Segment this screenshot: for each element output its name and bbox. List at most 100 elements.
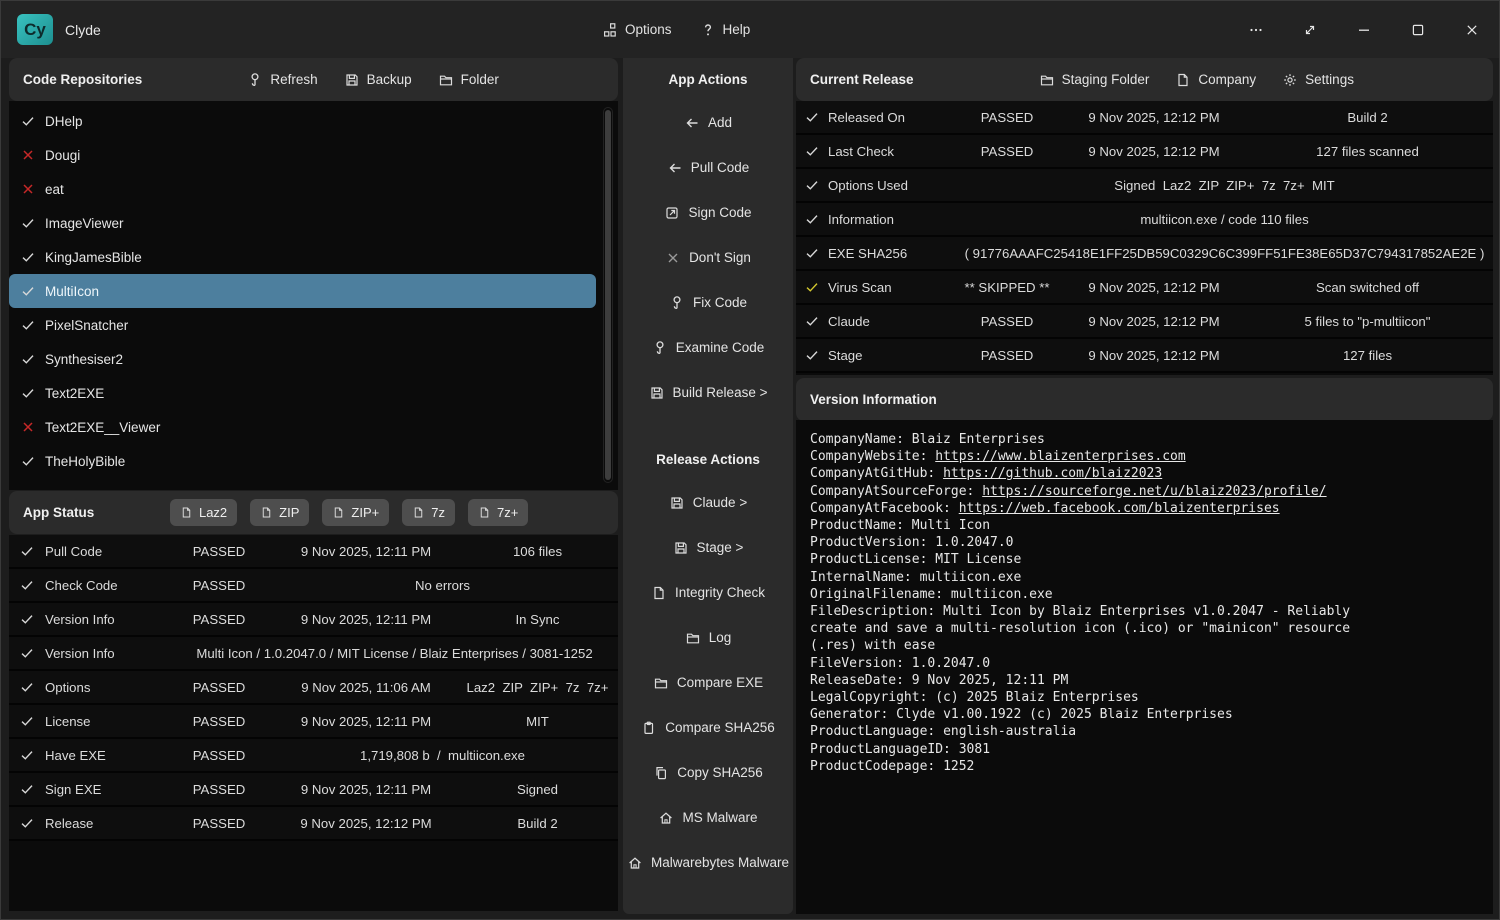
archive-button-7z+[interactable]: 7z+ [468,499,528,526]
archive-button-label: ZIP [279,505,299,520]
status-span-value: Signed Laz2 ZIP ZIP+ 7z 7z+ MIT [956,178,1493,193]
action-ms-malware[interactable]: MS Malware [623,795,793,840]
menu-options[interactable]: Options [602,22,672,38]
check-icon [19,645,35,661]
action-stage[interactable]: Stage > [623,525,793,570]
status-icon-cell [9,781,45,797]
repository-item[interactable]: eat [9,172,596,206]
version-info-link[interactable]: https://sourceforge.net/u/blaiz2023/prof… [982,484,1326,499]
file-icon [651,585,667,601]
version-info-line: Generator: Clyde v1.00.1922 (c) 2025 Bla… [810,706,1388,723]
settings-button[interactable]: Settings [1282,72,1354,88]
file-icon [412,506,425,519]
status-label: Stage [828,348,956,363]
status-result: PASSED [956,144,1058,159]
action-pull-code[interactable]: Pull Code [623,145,793,190]
archive-button-label: ZIP+ [351,505,379,520]
expand-button[interactable] [1295,15,1325,45]
minimize-icon [1356,22,1372,38]
floppy-icon [673,540,689,556]
archive-button-zip[interactable]: ZIP [250,499,309,526]
action-add[interactable]: Add [623,100,793,145]
action-log[interactable]: Log [623,615,793,660]
archive-button-laz2[interactable]: Laz2 [170,499,237,526]
close-button[interactable] [1457,15,1487,45]
version-info-key: ProductLicense: [810,552,927,567]
status-time: 9 Nov 2025, 12:12 PM [1058,348,1250,363]
check-icon [804,211,820,227]
company-button[interactable]: Company [1175,72,1256,88]
version-info-key: CompanyAtGitHub: [810,466,935,481]
version-info-key: ProductCodepage: [810,759,935,774]
repository-item[interactable]: Text2EXE__Viewer [9,410,596,444]
status-result: PASSED [171,714,267,729]
minimize-button[interactable] [1349,15,1379,45]
more-button[interactable] [1241,15,1271,45]
version-info-link[interactable]: https://github.com/blaiz2023 [943,466,1162,481]
archive-button-7z[interactable]: 7z [402,499,455,526]
check-icon [20,385,36,401]
refresh-button[interactable]: Refresh [247,72,317,88]
repository-item[interactable]: MultiIcon [9,274,596,308]
action-integrity-check[interactable]: Integrity Check [623,570,793,615]
repository-name: MultiIcon [45,284,99,299]
scrollbar-thumb[interactable] [605,110,611,480]
action-compare-exe[interactable]: Compare EXE [623,660,793,705]
version-info-key: ReleaseDate: [810,673,904,688]
actions-column: App Actions AddPull CodeSign CodeDon't S… [623,58,793,914]
status-result: PASSED [171,680,267,695]
backup-button[interactable]: Backup [344,72,412,88]
repository-item[interactable]: Dougi [9,138,596,172]
folder-icon [685,630,701,646]
check-icon [19,577,35,593]
repository-name: ImageViewer [45,216,124,231]
action-copy-sha256[interactable]: Copy SHA256 [623,750,793,795]
status-label: Released On [828,110,956,125]
action-compare-sha256[interactable]: Compare SHA256 [623,705,793,750]
code-repositories-title: Code Repositories [23,72,142,87]
repository-item[interactable]: DHelp [9,104,596,138]
menu-help[interactable]: Help [700,22,751,38]
staging-folder-button[interactable]: Staging Folder [1039,72,1150,88]
check-icon [19,713,35,729]
repository-item[interactable]: PixelSnatcher [9,308,596,342]
folder-button[interactable]: Folder [438,72,499,88]
archive-button-zip+[interactable]: ZIP+ [322,499,389,526]
toolbar-label: Backup [367,72,412,87]
action-sign-code[interactable]: Sign Code [623,190,793,235]
maximize-button[interactable] [1403,15,1433,45]
repository-item[interactable]: KingJamesBible [9,240,596,274]
check-icon [20,113,36,129]
version-info-link[interactable]: https://www.blaizenterprises.com [935,449,1185,464]
action-fix-code[interactable]: Fix Code [623,280,793,325]
version-info-key: CompanyName: [810,432,904,447]
repository-item[interactable]: Text2EXE [9,376,596,410]
check-icon [19,611,35,627]
version-info-value: 1.0.2047.0 [912,656,990,671]
repository-item[interactable]: ImageViewer [9,206,596,240]
version-info-link[interactable]: https://web.facebook.com/blaizenterprise… [959,501,1280,516]
status-row: Version InfoPASSED9 Nov 2025, 12:11 PMIn… [9,603,618,637]
repository-item[interactable]: TheHolyBible [9,444,596,478]
action-examine-code[interactable]: Examine Code [623,325,793,370]
version-info-line: ProductCodepage: 1252 [810,758,1388,775]
action-claude[interactable]: Claude > [623,480,793,525]
action-don-t-sign[interactable]: Don't Sign [623,235,793,280]
action-build-release[interactable]: Build Release > [623,370,793,415]
version-info-line: ProductLanguage: english-australia [810,723,1388,740]
repository-scrollbar[interactable] [603,107,613,483]
app-status-title: App Status [23,505,94,520]
status-extra: In Sync [465,612,618,627]
action-label: MS Malware [682,810,757,825]
version-info-key: FileDescription: [810,604,935,619]
repository-name: Synthesiser2 [45,352,123,367]
version-info-value: multiicon.exe [920,570,1022,585]
action-malwarebytes-malware[interactable]: Malwarebytes Malware [623,840,793,885]
repository-item[interactable]: Synthesiser2 [9,342,596,376]
status-icon-cell [796,109,828,125]
status-result: PASSED [171,748,267,763]
version-info-line: OriginalFilename: multiicon.exe [810,586,1388,603]
current-release-header: Current Release Staging FolderCompanySet… [796,58,1493,101]
status-row: EXE SHA256( 91776AAAFC25418E1FF25DB59C03… [796,237,1493,271]
action-label: Fix Code [693,295,747,310]
